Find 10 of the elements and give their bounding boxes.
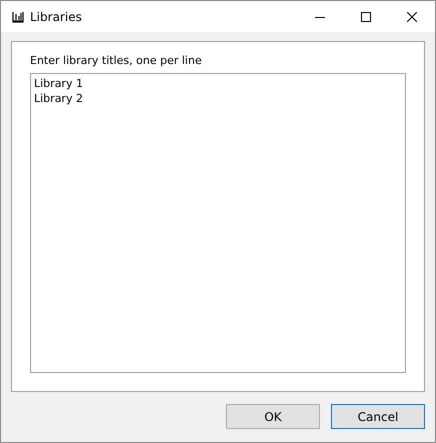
window-title: Libraries — [30, 10, 83, 24]
prompt-label: Enter library titles, one per line — [30, 54, 203, 67]
text-line: Library 1 — [34, 76, 83, 91]
maximize-icon[interactable] — [361, 12, 371, 22]
chart-icon — [12, 10, 24, 22]
dialog-button[interactable]: Cancel — [331, 404, 425, 429]
close-icon[interactable] — [407, 12, 417, 22]
text-line: Library 2 — [34, 91, 83, 106]
dialog-button[interactable]: OK — [226, 404, 320, 429]
titles-text-area[interactable]: Library 1 Library 2 — [30, 73, 406, 373]
